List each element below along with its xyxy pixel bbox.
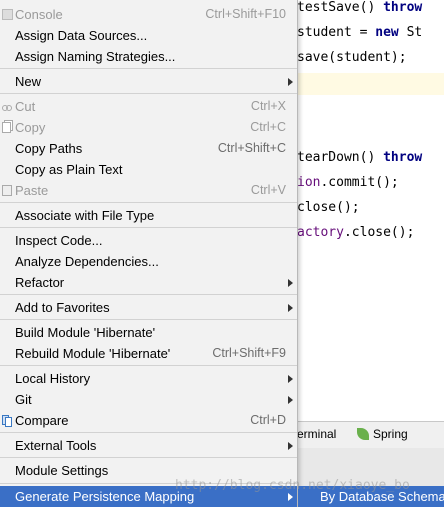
menu-item-label: New: [15, 74, 42, 89]
code-token: student =: [297, 25, 376, 40]
menu-separator: [0, 432, 297, 433]
menu-item-label: Build Module 'Hibernate': [15, 325, 156, 340]
tool-tab-terminal[interactable]: erminal: [297, 427, 336, 441]
menu-separator: [0, 319, 297, 320]
menu-item-label: Git: [15, 392, 32, 407]
menu-item-refactor[interactable]: Refactor: [0, 272, 297, 293]
code-token: save(student);: [297, 50, 407, 65]
menu-item-shortcut: Ctrl+Shift+F9: [212, 346, 286, 360]
menu-item-label: Assign Data Sources...: [15, 28, 148, 43]
current-line-highlight: [297, 73, 444, 95]
menu-item-label: Copy Paths: [15, 141, 83, 156]
copy-icon: [2, 122, 11, 133]
code-token: actory: [297, 225, 344, 240]
code-token: close();: [297, 200, 360, 215]
menu-item-rebuild-module-hibernate[interactable]: Rebuild Module 'Hibernate' Ctrl+Shift+F9: [0, 343, 297, 364]
paste-icon: [2, 185, 12, 196]
submenu-arrow-icon: [288, 442, 293, 450]
menu-item-external-tools[interactable]: External Tools: [0, 435, 297, 456]
submenu-arrow-icon: [288, 279, 293, 287]
code-token: .close();: [343, 225, 415, 240]
menu-item-console[interactable]: Console Ctrl+Shift+F10: [0, 4, 297, 25]
submenu-arrow-icon: [288, 375, 293, 383]
menu-separator: [0, 93, 297, 94]
menu-item-git[interactable]: Git: [0, 389, 297, 410]
submenu-arrow-icon: [288, 493, 293, 501]
context-menu: Console Ctrl+Shift+F10 Assign Data Sources…: [0, 0, 298, 507]
menu-item-add-to-favorites[interactable]: Add to Favorites: [0, 297, 297, 318]
menu-item-label: Console: [15, 7, 63, 22]
menu-separator: [0, 227, 297, 228]
watermark: http://blog.csdn.net/xiaoye_bo: [175, 478, 410, 493]
menu-separator: [0, 294, 297, 295]
menu-item-label: Copy as Plain Text: [15, 162, 123, 177]
menu-separator: [0, 365, 297, 366]
menu-item-label: Refactor: [15, 275, 65, 290]
menu-item-label: Compare: [15, 413, 69, 428]
menu-item-analyze-dependencies[interactable]: Analyze Dependencies...: [0, 251, 297, 272]
code-line: tearDown() throw: [297, 150, 422, 165]
code-token: new: [375, 25, 399, 40]
menu-item-shortcut: Ctrl+Shift+F10: [205, 7, 286, 21]
menu-item-shortcut: Ctrl+C: [250, 120, 286, 134]
code-token: throw: [383, 150, 423, 165]
menu-item-label: Paste: [15, 183, 49, 198]
menu-item-label: Module Settings: [15, 463, 109, 478]
menu-item-assign-data-sources[interactable]: Assign Data Sources...: [0, 25, 297, 46]
menu-item-new[interactable]: New: [0, 71, 297, 92]
code-token: St: [398, 25, 423, 40]
menu-item-compare[interactable]: Compare Ctrl+D: [0, 410, 297, 431]
menu-item-shortcut: Ctrl+X: [250, 99, 286, 113]
menu-separator: [0, 202, 297, 203]
code-line: testSave() throw: [297, 0, 422, 15]
menu-item-label: Local History: [15, 371, 91, 386]
tool-tab-spring-label: Spring: [373, 427, 408, 441]
menu-item-cut[interactable]: Cut Ctrl+X: [0, 96, 297, 117]
menu-separator: [0, 68, 297, 69]
menu-item-label: Inspect Code...: [15, 233, 103, 248]
tool-tab-spring[interactable]: Spring: [357, 427, 408, 441]
code-line: student = new St: [297, 25, 422, 40]
code-token: .commit();: [320, 175, 399, 190]
menu-item-label: Cut: [15, 99, 36, 114]
menu-item-label: External Tools: [15, 438, 97, 453]
console-icon: [2, 9, 13, 20]
submenu-arrow-icon: [288, 304, 293, 312]
menu-item-label: Analyze Dependencies...: [15, 254, 159, 269]
code-token: ion: [297, 175, 321, 190]
menu-item-label: Copy: [15, 120, 46, 135]
code-token: testSave(): [297, 0, 384, 15]
menu-item-paste[interactable]: Paste Ctrl+V: [0, 180, 297, 201]
menu-item-label: Associate with File Type: [15, 208, 155, 223]
menu-item-inspect-code[interactable]: Inspect Code...: [0, 230, 297, 251]
menu-item-label: Generate Persistence Mapping: [15, 489, 195, 504]
code-token: throw: [383, 0, 423, 15]
menu-item-assign-naming-strategies[interactable]: Assign Naming Strategies...: [0, 46, 297, 67]
menu-item-label: Rebuild Module 'Hibernate': [15, 346, 171, 361]
menu-item-shortcut: Ctrl+V: [250, 183, 286, 197]
menu-item-label: Assign Naming Strategies...: [15, 49, 176, 64]
spring-leaf-icon: [357, 428, 369, 440]
code-line: ion.commit();: [297, 175, 399, 190]
menu-item-copy-as-plain-text[interactable]: Copy as Plain Text: [0, 159, 297, 180]
code-token: tearDown(): [297, 150, 384, 165]
scissors-icon: [2, 101, 12, 111]
code-line: save(student);: [297, 50, 407, 65]
submenu-arrow-icon: [288, 78, 293, 86]
menu-item-shortcut: Ctrl+D: [250, 413, 286, 427]
menu-item-copy[interactable]: Copy Ctrl+C: [0, 117, 297, 138]
menu-item-copy-paths[interactable]: Copy Paths Ctrl+Shift+C: [0, 138, 297, 159]
code-line: close();: [297, 200, 360, 215]
menu-item-label: Add to Favorites: [15, 300, 110, 315]
menu-item-shortcut: Ctrl+Shift+C: [217, 141, 286, 155]
menu-separator: [0, 457, 297, 458]
compare-icon: [2, 415, 12, 427]
submenu-arrow-icon: [288, 396, 293, 404]
menu-item-local-history[interactable]: Local History: [0, 368, 297, 389]
tool-window-strip: erminal Spring: [297, 421, 444, 449]
code-line: actory.close();: [297, 225, 414, 240]
menu-item-build-module-hibernate[interactable]: Build Module 'Hibernate': [0, 322, 297, 343]
menu-item-associate-with-file-type[interactable]: Associate with File Type: [0, 205, 297, 226]
